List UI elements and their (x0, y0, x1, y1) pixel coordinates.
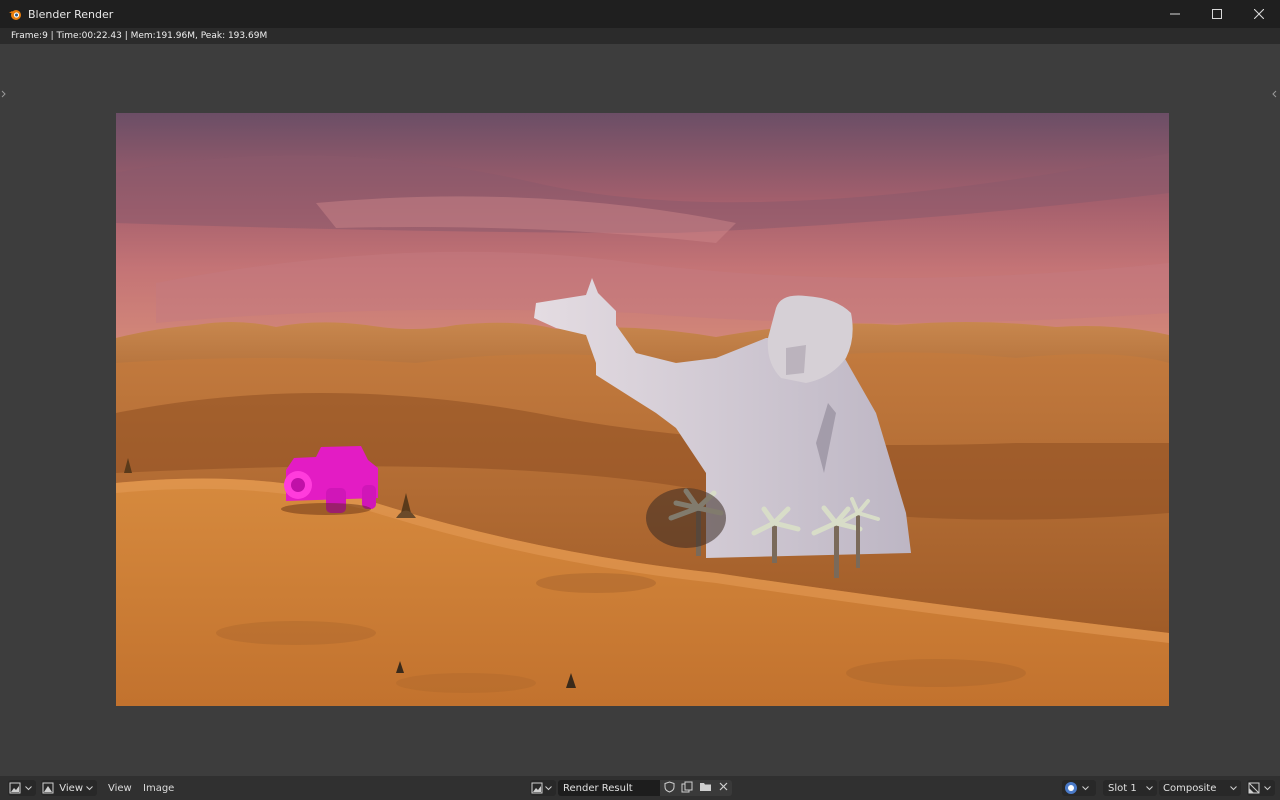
image-name-field[interactable]: Render Result (558, 780, 660, 796)
image-name-label: Render Result (563, 782, 633, 794)
render-channels-icon (1063, 780, 1079, 796)
display-channels-dropdown[interactable] (1062, 780, 1096, 796)
menu-view[interactable]: View (108, 780, 132, 796)
slot-dropdown[interactable]: Slot 1 (1103, 780, 1157, 796)
view-mode-icon (41, 780, 55, 796)
window-title: Blender Render (28, 7, 114, 21)
fake-user-button[interactable] (660, 780, 678, 796)
scopes-dropdown[interactable] (1247, 780, 1275, 796)
image-scopes-icon (1247, 780, 1261, 796)
chevron-down-icon (1230, 785, 1237, 791)
close-icon (719, 782, 728, 794)
open-image-button[interactable] (696, 780, 714, 796)
chevron-down-icon (1146, 785, 1153, 791)
render-result-image[interactable] (116, 113, 1169, 706)
image-browse-dropdown[interactable] (530, 780, 556, 796)
render-stats: Frame:9 | Time:00:22.43 | Mem:191.96M, P… (11, 31, 268, 41)
chevron-down-icon (86, 785, 93, 791)
maximize-icon[interactable] (1196, 0, 1238, 28)
minimize-icon[interactable] (1154, 0, 1196, 28)
chevron-down-icon (25, 785, 32, 791)
chevron-down-icon (545, 785, 552, 791)
view-mode-dropdown[interactable]: View (41, 780, 97, 796)
view-mode-label: View (59, 782, 83, 794)
shield-icon (664, 780, 675, 796)
blender-logo-icon (8, 7, 22, 21)
folder-icon (699, 781, 712, 795)
duplicate-icon (681, 781, 693, 796)
render-info-bar: Frame:9 | Time:00:22.43 | Mem:191.96M, P… (0, 28, 1280, 44)
unlink-image-button[interactable] (714, 780, 732, 796)
menu-image[interactable]: Image (143, 780, 174, 796)
toolbar-expand-icon[interactable] (1, 84, 7, 98)
window-controls (1154, 0, 1280, 28)
sidebar-expand-icon[interactable] (1270, 84, 1278, 98)
image-browse-icon (530, 780, 544, 796)
slot-label: Slot 1 (1108, 782, 1137, 794)
layer-dropdown[interactable]: Composite (1159, 780, 1241, 796)
image-editor-icon (8, 780, 22, 796)
new-image-button[interactable] (678, 780, 696, 796)
layer-label: Composite (1163, 782, 1217, 794)
chevron-down-icon (1082, 785, 1089, 791)
close-icon[interactable] (1238, 0, 1280, 28)
image-editor-header: View View Image Render Result Slot 1 Com… (0, 776, 1280, 800)
editor-type-dropdown[interactable] (8, 780, 36, 796)
window-titlebar: Blender Render (0, 0, 1280, 28)
chevron-down-icon (1264, 785, 1271, 791)
